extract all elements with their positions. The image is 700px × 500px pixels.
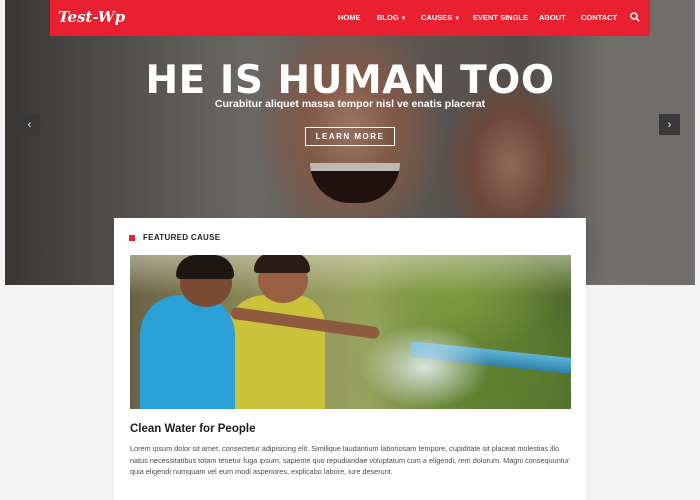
nav-item-home[interactable]: HOME: [338, 13, 361, 22]
site-logo[interactable]: Test-Wp: [58, 8, 125, 26]
nav-item-blog[interactable]: BLOG ▼: [377, 13, 407, 22]
hero-title: HE IS HUMAN TOO: [145, 58, 555, 103]
red-square-bullet: [129, 234, 135, 241]
nav-item-label: CAUSES: [421, 13, 453, 22]
featured-cause-header: FEATURED CAUSE: [129, 233, 220, 242]
chevron-left-icon: ‹: [27, 118, 32, 131]
nav-item-label: EVENT SINGLE: [473, 13, 529, 22]
main-navbar: Test-Wp HOME BLOG ▼ CAUSES ▼ EVENT SINGLE …: [50, 0, 650, 36]
nav-item-causes[interactable]: CAUSES ▼: [421, 13, 460, 22]
nav-item-contact[interactable]: CONTACT: [581, 13, 617, 22]
cause-photo[interactable]: [130, 255, 571, 409]
slider-prev-button[interactable]: ‹: [19, 114, 40, 135]
nav-item-label: BLOG: [377, 13, 399, 22]
chevron-right-icon: ›: [667, 118, 672, 131]
nav-item-label: HOME: [338, 13, 361, 22]
nav-item-label: ABOUT: [539, 13, 566, 22]
featured-cause-card: FEATURED CAUSE Clean Water for People Lo…: [114, 218, 586, 500]
search-icon[interactable]: [630, 12, 640, 22]
nav-item-label: CONTACT: [581, 13, 618, 22]
chevron-down-icon: ▼: [400, 16, 407, 22]
slider-next-button[interactable]: ›: [659, 114, 680, 135]
nav-item-event-single[interactable]: EVENT SINGLE: [473, 13, 528, 22]
learn-more-button[interactable]: LEARN MORE: [305, 127, 395, 146]
chevron-down-icon: ▼: [454, 16, 461, 22]
cause-description: Lorem ipsum dolor sit amet, consectetur …: [130, 444, 570, 476]
hero-subtitle: Curabitur aliquet massa tempor nisl ve e…: [214, 98, 486, 110]
featured-cause-label: FEATURED CAUSE: [143, 233, 221, 242]
cause-title[interactable]: Clean Water for People: [130, 423, 255, 435]
nav-item-about[interactable]: ABOUT: [539, 13, 566, 22]
